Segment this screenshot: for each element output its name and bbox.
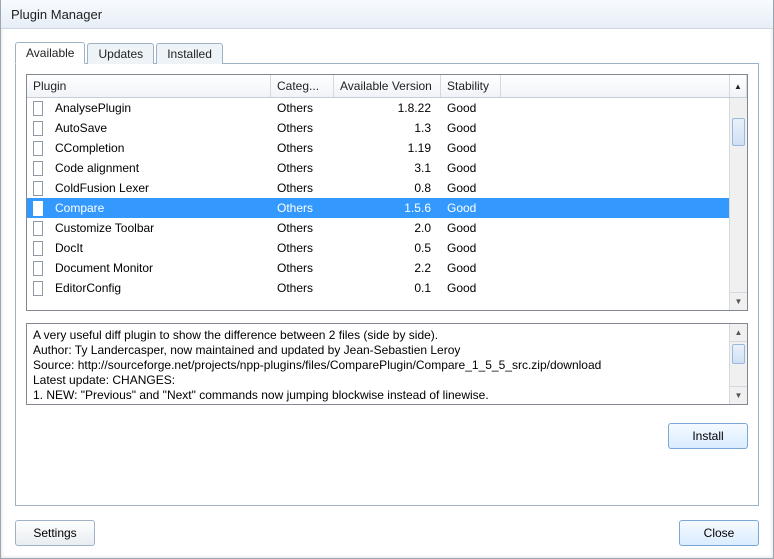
- tabpanel-available: Plugin Categ... Available Version Stabil…: [15, 63, 759, 506]
- table-row[interactable]: AutoSaveOthers1.3Good: [27, 118, 747, 138]
- table-row[interactable]: DocItOthers0.5Good: [27, 238, 747, 258]
- row-checkbox[interactable]: [33, 281, 43, 296]
- table-row[interactable]: ✔ CompareOthers1.5.6Good: [27, 198, 747, 218]
- plugin-category: Others: [271, 221, 334, 235]
- plugin-stability: Good: [441, 281, 501, 295]
- plugin-name: AnalysePlugin: [49, 101, 271, 115]
- table-row[interactable]: Code alignmentOthers3.1Good: [27, 158, 747, 178]
- plugin-version: 1.8.22: [334, 101, 441, 115]
- plugin-version: 3.1: [334, 161, 441, 175]
- plugin-version: 0.1: [334, 281, 441, 295]
- scroll-thumb[interactable]: [732, 344, 745, 364]
- grid-header: Plugin Categ... Available Version Stabil…: [27, 75, 747, 98]
- col-header-spacer: [501, 75, 730, 97]
- scroll-track[interactable]: [730, 342, 747, 386]
- settings-button[interactable]: Settings: [15, 520, 95, 546]
- plugin-category: Others: [271, 201, 334, 215]
- plugin-name: Code alignment: [49, 161, 271, 175]
- row-checkbox[interactable]: [33, 121, 43, 136]
- window-title: Plugin Manager: [11, 7, 102, 22]
- close-button[interactable]: Close: [679, 520, 759, 546]
- plugin-name: CCompletion: [49, 141, 271, 155]
- tabstrip: Available Updates Installed: [15, 39, 759, 63]
- plugin-stability: Good: [441, 181, 501, 195]
- plugin-manager-window: Plugin Manager Available Updates Install…: [0, 0, 774, 559]
- scroll-down-icon[interactable]: ▼: [730, 386, 747, 404]
- plugin-version: 0.8: [334, 181, 441, 195]
- plugin-category: Others: [271, 161, 334, 175]
- plugin-version: 1.5.6: [334, 201, 441, 215]
- scroll-up-icon[interactable]: ▲: [730, 75, 747, 97]
- col-header-version[interactable]: Available Version: [334, 75, 441, 97]
- col-header-stability[interactable]: Stability: [441, 75, 501, 97]
- bottom-bar: Settings Close: [1, 512, 773, 558]
- plugin-stability: Good: [441, 201, 501, 215]
- row-checkbox[interactable]: [33, 221, 43, 236]
- row-checkbox[interactable]: [33, 161, 43, 176]
- plugin-version: 2.2: [334, 261, 441, 275]
- plugin-version: 1.19: [334, 141, 441, 155]
- scroll-track[interactable]: [730, 116, 747, 292]
- row-checkbox[interactable]: ✔: [33, 201, 43, 216]
- table-row[interactable]: ColdFusion LexerOthers0.8Good: [27, 178, 747, 198]
- plugin-stability: Good: [441, 161, 501, 175]
- plugin-name: EditorConfig: [49, 281, 271, 295]
- plugin-version: 1.3: [334, 121, 441, 135]
- plugin-version: 2.0: [334, 221, 441, 235]
- plugin-category: Others: [271, 101, 334, 115]
- row-checkbox[interactable]: [33, 261, 43, 276]
- plugin-version: 0.5: [334, 241, 441, 255]
- plugin-name: Customize Toolbar: [49, 221, 271, 235]
- scroll-down-icon[interactable]: ▼: [730, 292, 747, 310]
- plugin-stability: Good: [441, 261, 501, 275]
- plugin-name: AutoSave: [49, 121, 271, 135]
- plugin-stability: Good: [441, 101, 501, 115]
- plugin-stability: Good: [441, 121, 501, 135]
- plugin-stability: Good: [441, 241, 501, 255]
- plugin-category: Others: [271, 281, 334, 295]
- tab-updates[interactable]: Updates: [87, 43, 154, 64]
- scroll-thumb[interactable]: [732, 118, 745, 146]
- col-header-plugin[interactable]: Plugin: [27, 75, 271, 97]
- plugin-stability: Good: [441, 221, 501, 235]
- table-row[interactable]: CCompletionOthers1.19Good: [27, 138, 747, 158]
- table-row[interactable]: AnalysePluginOthers1.8.22Good: [27, 98, 747, 118]
- row-checkbox[interactable]: [33, 241, 43, 256]
- plugin-category: Others: [271, 141, 334, 155]
- table-row[interactable]: Document MonitorOthers2.2Good: [27, 258, 747, 278]
- grid-scrollbar[interactable]: ▲ ▼: [729, 98, 747, 310]
- row-checkbox[interactable]: [33, 181, 43, 196]
- description-panel: A very useful diff plugin to show the di…: [26, 323, 748, 405]
- description-text: A very useful diff plugin to show the di…: [27, 324, 730, 404]
- plugin-name: Compare: [49, 201, 271, 215]
- plugin-grid: Plugin Categ... Available Version Stabil…: [26, 74, 748, 311]
- description-scrollbar[interactable]: ▲ ▼: [729, 324, 747, 404]
- plugin-name: Document Monitor: [49, 261, 271, 275]
- table-row[interactable]: Customize ToolbarOthers2.0Good: [27, 218, 747, 238]
- row-checkbox[interactable]: [33, 141, 43, 156]
- tab-installed[interactable]: Installed: [156, 43, 223, 64]
- scroll-up-icon[interactable]: ▲: [730, 324, 747, 342]
- plugin-name: DocIt: [49, 241, 271, 255]
- table-row[interactable]: EditorConfigOthers0.1Good: [27, 278, 747, 298]
- content-area: Available Updates Installed Plugin Categ…: [1, 29, 773, 512]
- plugin-category: Others: [271, 261, 334, 275]
- plugin-category: Others: [271, 121, 334, 135]
- plugin-category: Others: [271, 181, 334, 195]
- plugin-stability: Good: [441, 141, 501, 155]
- install-row: Install: [26, 423, 748, 449]
- install-button[interactable]: Install: [668, 423, 748, 449]
- tab-available[interactable]: Available: [15, 42, 85, 64]
- titlebar: Plugin Manager: [1, 0, 773, 29]
- row-checkbox[interactable]: [33, 101, 43, 116]
- col-header-category[interactable]: Categ...: [271, 75, 334, 97]
- plugin-name: ColdFusion Lexer: [49, 181, 271, 195]
- grid-body: AnalysePluginOthers1.8.22GoodAutoSaveOth…: [27, 98, 747, 310]
- plugin-category: Others: [271, 241, 334, 255]
